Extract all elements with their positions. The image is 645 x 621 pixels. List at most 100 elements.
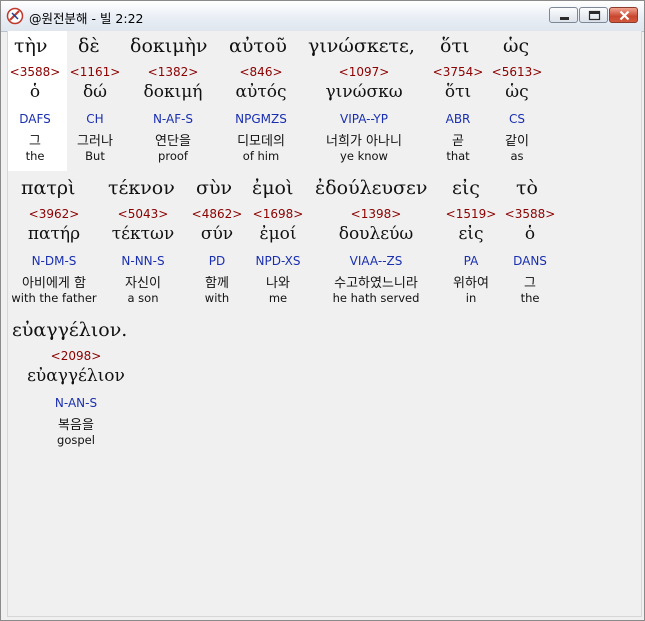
morphology: ABR <box>445 112 471 126</box>
strong-number: <1382> <box>147 65 199 79</box>
korean-gloss: 자신이 <box>125 276 161 291</box>
greek-word: γινώσκετε, <box>308 35 415 57</box>
lemma: ὅτι <box>444 82 472 102</box>
greek-word: τὸ <box>516 177 538 199</box>
english-gloss: as <box>510 149 524 163</box>
window-title: @원전분해 - 빌 2:22 <box>29 11 144 26</box>
greek-word: ἐμοὶ <box>252 177 294 199</box>
morphology: DANS <box>513 254 547 268</box>
morphology: CH <box>86 112 104 126</box>
english-gloss: in <box>465 291 477 305</box>
greek-word: τὴν <box>14 35 48 57</box>
korean-gloss: 나와 <box>266 276 290 291</box>
lemma: δώ <box>82 82 108 102</box>
lemma: ὁ <box>524 224 536 244</box>
title-bar[interactable]: @원전분해 - 빌 2:22 <box>1 1 644 32</box>
greek-word: τέκνον <box>108 177 175 199</box>
lemma: εἰς <box>458 224 484 244</box>
korean-gloss: 함께 <box>205 276 229 291</box>
morphology: NPD-XS <box>255 254 301 268</box>
greek-word: ὅτι <box>440 35 470 57</box>
korean-gloss: 그 <box>524 276 536 291</box>
lemma: πατήρ <box>27 224 81 244</box>
lemma: εὐαγγέλιον <box>27 366 125 386</box>
english-gloss: me <box>268 291 288 305</box>
maximize-icon <box>588 10 601 21</box>
korean-gloss: 같이 <box>505 134 529 149</box>
maximize-button[interactable] <box>579 7 608 23</box>
lemma: ὁ <box>29 82 41 102</box>
greek-word: εὐαγγέλιον. <box>12 319 128 341</box>
lemma: δοκιμή <box>143 82 203 102</box>
minimize-icon <box>560 17 569 20</box>
morphology: DAFS <box>19 112 51 126</box>
greek-word: δοκιμὴν <box>130 35 208 57</box>
app-icon[interactable] <box>6 7 24 25</box>
greek-word: δὲ <box>78 35 100 57</box>
minimize-button[interactable] <box>549 7 578 23</box>
english-gloss: with the father <box>11 291 97 305</box>
greek-word: εἰς <box>452 177 480 199</box>
morphology: VIPA--YP <box>340 112 388 126</box>
english-gloss: with <box>204 291 230 305</box>
strong-number: <3588> <box>504 207 556 221</box>
english-gloss: the <box>520 291 540 305</box>
strong-number: <3588> <box>9 65 61 79</box>
morphology: NPGMZS <box>235 112 287 126</box>
strong-number: <846> <box>239 65 283 79</box>
morphology: VIAA--ZS <box>349 254 403 268</box>
lemma: αὐτός <box>235 82 287 102</box>
english-gloss: proof <box>158 149 188 163</box>
strong-number: <1519> <box>445 207 497 221</box>
greek-word: ἐδούλευσεν <box>315 177 428 199</box>
strong-number: <1161> <box>69 65 121 79</box>
morphology: N-NN-S <box>121 254 165 268</box>
english-gloss: he hath served <box>332 291 420 305</box>
english-gloss: of him <box>242 149 280 163</box>
morphology: CS <box>509 112 525 126</box>
lemma: ὡς <box>505 82 529 102</box>
korean-gloss: 위하여 <box>453 276 489 291</box>
morphology: N-DM-S <box>31 254 77 268</box>
strong-number: <1698> <box>252 207 304 221</box>
morphology: PA <box>463 254 479 268</box>
korean-gloss: 곧 <box>452 134 464 149</box>
strong-number: <4862> <box>191 207 243 221</box>
strong-number: <3754> <box>432 65 484 79</box>
korean-gloss: 그러나 <box>77 134 113 149</box>
strong-number: <1097> <box>338 65 390 79</box>
english-gloss: a son <box>127 291 159 305</box>
greek-word: αὐτοῦ <box>229 35 287 57</box>
greek-word: σὺν <box>196 177 233 199</box>
morphology: N-AN-S <box>54 396 98 410</box>
english-gloss: the <box>25 149 45 163</box>
korean-gloss: 수고하였느니라 <box>334 276 418 291</box>
english-gloss: that <box>446 149 470 163</box>
strong-number: <2098> <box>50 349 102 363</box>
lemma: σύν <box>200 224 234 244</box>
lemma: δουλεύω <box>338 224 414 244</box>
english-gloss: But <box>85 149 105 163</box>
lemma: ἐμοί <box>259 224 297 244</box>
strong-number: <3962> <box>28 207 80 221</box>
strong-number: <5613> <box>491 65 543 79</box>
greek-word: πατρὶ <box>21 177 76 199</box>
english-gloss: ye know <box>340 149 388 163</box>
korean-gloss: 그 <box>29 134 41 149</box>
morphology: PD <box>208 254 226 268</box>
korean-gloss: 너희가 아나니 <box>326 134 402 149</box>
strong-number: <1398> <box>350 207 402 221</box>
strong-number: <5043> <box>117 207 169 221</box>
morphology: N-AF-S <box>152 112 194 126</box>
korean-gloss: 디모데의 <box>237 134 285 149</box>
close-button[interactable] <box>609 7 638 23</box>
close-icon <box>619 10 630 21</box>
interlinear-panel[interactable]: τὴν <3588> ὁ DAFS 그 the δὲ <1161> δώ CH … <box>7 31 642 617</box>
korean-gloss: 연단을 <box>155 134 191 149</box>
app-window: @원전분해 - 빌 2:22 τὴν <3588> ὁ DAFS 그 the δ… <box>0 0 645 621</box>
korean-gloss: 복음을 <box>58 418 94 433</box>
lemma: τέκτων <box>111 224 175 244</box>
lemma: γινώσκω <box>325 82 403 102</box>
korean-gloss: 아비에게 함 <box>22 276 86 291</box>
english-gloss: gospel <box>57 433 95 447</box>
